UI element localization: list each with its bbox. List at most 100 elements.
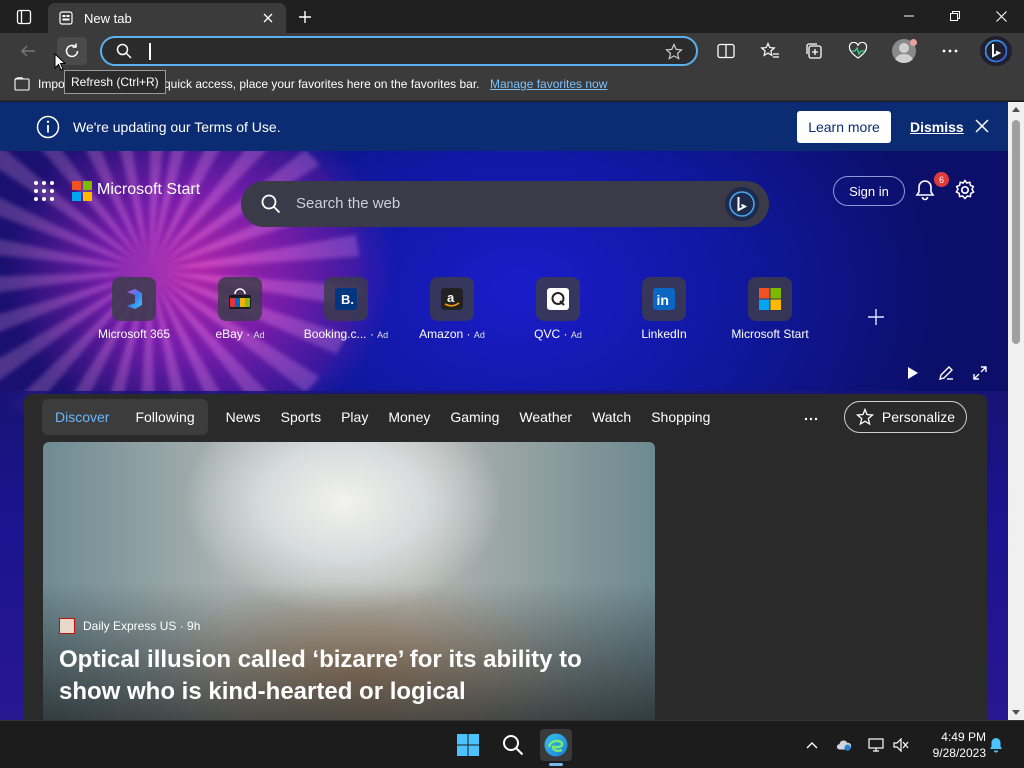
tab-money[interactable]: Money bbox=[378, 399, 440, 435]
collections-button[interactable] bbox=[799, 37, 829, 65]
tab-actions-button[interactable] bbox=[12, 6, 36, 28]
restore-button[interactable] bbox=[940, 4, 970, 28]
play-background-icon[interactable] bbox=[903, 363, 923, 383]
collections-icon bbox=[806, 43, 822, 59]
tile-qvc[interactable]: QVC · Ad bbox=[508, 277, 608, 341]
linkedin-icon: in bbox=[642, 277, 686, 321]
personalize-label: Personalize bbox=[881, 409, 956, 425]
personalize-button[interactable]: Personalize bbox=[844, 401, 967, 433]
add-shortcut-plus-icon[interactable] bbox=[863, 304, 889, 330]
web-search-box[interactable]: Search the web bbox=[241, 181, 769, 227]
tab-watch[interactable]: Watch bbox=[582, 399, 641, 435]
windows-taskbar: 4:49 PM 9/28/2023 bbox=[0, 720, 1024, 768]
info-icon bbox=[36, 115, 60, 139]
feed-mode-switch: Discover Following bbox=[42, 399, 208, 435]
scrollbar-thumb[interactable] bbox=[1012, 120, 1020, 344]
tab-weather[interactable]: Weather bbox=[509, 399, 582, 435]
bing-search-icon[interactable] bbox=[725, 187, 759, 221]
close-icon[interactable] bbox=[975, 119, 989, 133]
sign-in-button[interactable]: Sign in bbox=[833, 176, 905, 206]
clock-time: 4:49 PM bbox=[941, 730, 986, 744]
split-screen-button[interactable] bbox=[711, 37, 741, 65]
address-input[interactable] bbox=[144, 43, 696, 59]
profile-status-dot bbox=[910, 39, 917, 46]
svg-text:in: in bbox=[657, 292, 669, 308]
address-bar[interactable] bbox=[100, 36, 698, 66]
new-tab-button[interactable] bbox=[294, 6, 316, 28]
qvc-icon bbox=[536, 277, 580, 321]
minimize-button[interactable] bbox=[894, 4, 924, 28]
windows-logo-icon bbox=[457, 734, 479, 756]
tab-following[interactable]: Following bbox=[122, 399, 207, 435]
start-button[interactable] bbox=[452, 729, 484, 761]
tile-booking[interactable]: B. Booking.c... · Ad bbox=[296, 277, 396, 341]
microsoft-start-icon bbox=[748, 277, 792, 321]
manage-favorites-link[interactable]: Manage favorites now bbox=[490, 77, 607, 91]
favorites-star-list-icon bbox=[760, 42, 779, 58]
text-caret bbox=[149, 43, 151, 60]
article-headline[interactable]: Optical illusion called ‘bizarre’ for it… bbox=[59, 644, 639, 708]
tab-gaming[interactable]: Gaming bbox=[440, 399, 509, 435]
cloud-sync-icon[interactable] bbox=[836, 737, 852, 753]
add-favorite-star-icon[interactable] bbox=[664, 42, 684, 62]
sparkle-star-icon bbox=[855, 408, 874, 426]
network-icon[interactable] bbox=[868, 737, 884, 753]
tile-microsoft-365[interactable]: Microsoft 365 bbox=[84, 277, 184, 341]
brand-title[interactable]: Microsoft Start bbox=[97, 181, 200, 199]
tile-label: Microsoft 365 bbox=[97, 327, 171, 341]
import-favorites-icon[interactable] bbox=[14, 77, 30, 94]
browser-toolbar bbox=[0, 33, 1024, 69]
svg-text:B.: B. bbox=[341, 292, 354, 307]
active-app-indicator bbox=[549, 763, 563, 766]
settings-and-more-button[interactable] bbox=[935, 37, 965, 65]
tile-label: Microsoft Start bbox=[731, 327, 809, 341]
tab-shopping[interactable]: Shopping bbox=[641, 399, 720, 435]
ebay-icon bbox=[218, 277, 262, 321]
taskbar-edge-button[interactable] bbox=[540, 729, 572, 761]
search-icon bbox=[503, 735, 524, 756]
active-tab[interactable]: New tab bbox=[48, 3, 286, 33]
tab-sports[interactable]: Sports bbox=[271, 399, 331, 435]
bing-icon bbox=[985, 39, 1007, 63]
tile-label: Amazon bbox=[419, 327, 464, 341]
quick-links: Microsoft 365 eBay · Ad B. Booking.c... … bbox=[0, 277, 1008, 347]
gear-icon[interactable] bbox=[954, 179, 976, 201]
learn-more-button[interactable]: Learn more bbox=[797, 111, 891, 143]
svg-text:a: a bbox=[447, 290, 455, 305]
split-screen-icon bbox=[717, 43, 735, 59]
edit-background-icon[interactable] bbox=[936, 363, 956, 383]
import-favorites-text[interactable]: Impo bbox=[38, 77, 65, 91]
news-feed-panel: Discover Following News Sports Play Mone… bbox=[24, 394, 987, 720]
expand-icon[interactable] bbox=[970, 363, 990, 383]
dismiss-link[interactable]: Dismiss bbox=[910, 119, 964, 135]
page-scrollbar[interactable] bbox=[1008, 102, 1024, 720]
favorites-button[interactable] bbox=[755, 37, 785, 65]
browser-essentials-button[interactable] bbox=[843, 37, 873, 65]
close-window-button[interactable] bbox=[986, 4, 1016, 28]
back-button[interactable] bbox=[13, 37, 43, 65]
new-tab-page: Microsoft Start Search the web Sign in 6… bbox=[0, 151, 1008, 720]
edge-browser-icon bbox=[544, 733, 568, 757]
bing-chat-button[interactable] bbox=[980, 36, 1012, 66]
taskbar-search-button[interactable] bbox=[497, 729, 529, 761]
show-hidden-icons-chevron-up-icon[interactable] bbox=[804, 737, 820, 753]
volume-muted-icon[interactable] bbox=[893, 737, 909, 753]
tile-amazon[interactable]: a Amazon · Ad bbox=[402, 277, 502, 341]
scroll-up-arrow-icon[interactable] bbox=[1011, 105, 1021, 113]
tab-news[interactable]: News bbox=[216, 399, 271, 435]
tab-play[interactable]: Play bbox=[331, 399, 378, 435]
notifications-bell-icon[interactable] bbox=[914, 179, 936, 201]
tile-linkedin[interactable]: in LinkedIn bbox=[614, 277, 714, 341]
app-launcher-grid-icon[interactable] bbox=[34, 181, 54, 201]
featured-news-card[interactable]: Daily Express US · 9h Optical illusion c… bbox=[43, 442, 655, 720]
tile-ebay[interactable]: eBay · Ad bbox=[190, 277, 290, 341]
notification-center-bell-icon[interactable] bbox=[988, 737, 1004, 753]
scroll-down-arrow-icon[interactable] bbox=[1011, 709, 1021, 717]
ad-label: Ad bbox=[377, 330, 389, 340]
new-tab-favicon-icon bbox=[58, 10, 74, 26]
more-categories-button[interactable] bbox=[804, 408, 818, 426]
tab-discover[interactable]: Discover bbox=[42, 399, 122, 435]
system-clock[interactable]: 4:49 PM 9/28/2023 bbox=[918, 729, 986, 761]
tile-microsoft-start[interactable]: Microsoft Start bbox=[720, 277, 820, 341]
close-tab-icon[interactable] bbox=[260, 10, 276, 26]
